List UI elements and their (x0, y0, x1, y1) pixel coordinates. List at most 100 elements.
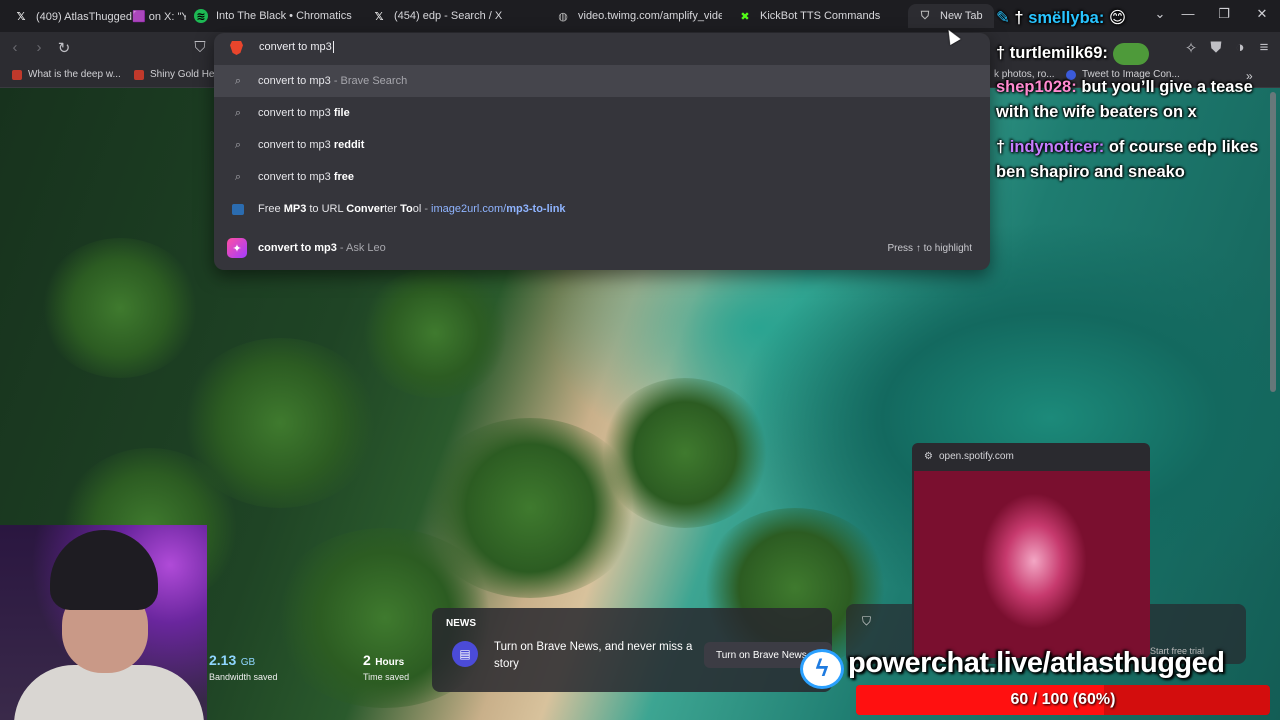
chat-message: † indynoticer: of course edp likes ben s… (996, 135, 1280, 185)
suggestion-text: convert to mp3 - Brave Search (258, 75, 407, 87)
mini-player-header: ⚙ open.spotify.com (912, 443, 1150, 469)
search-icon: ⌕ (234, 106, 242, 119)
time-label: Time saved (363, 672, 410, 682)
scrollbar[interactable] (1270, 92, 1276, 392)
screen: 𝕏 (409) AtlasThugged🟪 on X: "Yo ≋ Into T… (0, 0, 1280, 720)
palm-tree-image (600, 378, 770, 528)
reload-icon[interactable]: ↻ (55, 39, 73, 57)
suggestion-ask-leo[interactable]: ✦ convert to mp3 - Ask Leo Press ↑ to hi… (214, 231, 990, 265)
powerchat-overlay: ϟ powerchat.live/atlasthugged 60 / 100 (… (798, 645, 1280, 720)
suggestion-text: convert to mp3 free (258, 171, 354, 183)
chat-username: indynoticer: (1009, 138, 1105, 156)
site-title-match: Conver (346, 203, 385, 215)
x-icon: 𝕏 (16, 10, 26, 23)
text-caret (332, 41, 334, 54)
emote-icon: 😊 (1108, 9, 1127, 27)
suggestion-item[interactable]: ⌕ convert to mp3 file (214, 97, 990, 129)
suggestion-item[interactable]: ⌕ convert to mp3 reddit (214, 129, 990, 161)
time-stat: 2 Hours Time saved (363, 652, 409, 682)
bandwidth-stat: 2.13 GB Bandwidth saved (209, 652, 278, 682)
globe-icon: ◍ (558, 10, 568, 23)
tab-label: KickBot TTS Commands (760, 10, 881, 22)
bookmark-label: Shiny Gold Hel (150, 69, 217, 80)
streamer-webcam (0, 525, 207, 720)
spotify-mini-player[interactable]: ⚙ open.spotify.com (912, 443, 1150, 658)
tab-kickbot[interactable]: ✖ KickBot TTS Commands (728, 4, 904, 28)
bookmark-icon[interactable]: ⛉ (191, 39, 209, 56)
leo-suffix: - Ask Leo (336, 242, 386, 254)
palm-tree-image (40, 238, 200, 378)
back-icon[interactable]: ‹ (6, 39, 24, 56)
bandwidth-value: 2.13 (209, 652, 237, 668)
bookmark-favicon-icon (134, 69, 144, 80)
chat-message: ✎ † smëllyba: 😊 (996, 6, 1280, 31)
bookmark-item[interactable]: Shiny Gold Hel (134, 69, 217, 80)
tab-edp-search-x[interactable]: 𝕏 (454) edp - Search / X (362, 4, 538, 28)
suggestion-brave-search[interactable]: ⌕ convert to mp3 - Brave Search (214, 65, 990, 97)
site-title-part: to URL (306, 203, 347, 215)
mini-player-domain: open.spotify.com (938, 450, 1014, 462)
spotify-icon: ≋ (194, 9, 208, 23)
forward-icon[interactable]: › (30, 39, 48, 56)
kickbot-icon: ✖ (740, 10, 750, 23)
album-art-image (914, 471, 1150, 658)
tab-atlasthugged-x[interactable]: 𝕏 (409) AtlasThugged🟪 on X: "Yo (4, 4, 186, 28)
tab-label: New Tab (940, 10, 983, 22)
suggestion-text: convert to mp3 file (258, 107, 350, 119)
tab-label: (409) AtlasThugged🟪 on X: "Yo (36, 10, 186, 23)
chat-message: † turtlemilk69: (996, 41, 1280, 66)
brave-logo-icon (230, 41, 243, 55)
news-icon: ▤ (452, 641, 478, 667)
chat-username: shep1028: (996, 78, 1077, 96)
chat-message: shep1028: but you’ll give a tease with t… (996, 75, 1280, 125)
settings-icon: ⚙ (924, 450, 933, 462)
site-url-match: mp3-to-link (506, 203, 566, 215)
news-promo-text: Turn on Brave News, and never miss a sto… (494, 641, 693, 670)
chat-username: turtlemilk69: (1009, 44, 1108, 62)
site-title-match: To (400, 203, 413, 215)
site-title-part: ter (384, 203, 401, 215)
suggestion-site-image2url[interactable]: Free MP3 to URL Converter Tool - image2u… (214, 193, 990, 225)
suggestion-text: Free MP3 to URL Converter Tool - image2u… (258, 203, 566, 215)
powerchat-url: powerchat.live/atlasthugged (848, 647, 1225, 679)
suggestion-text: convert to mp3 - Ask Leo (258, 242, 386, 254)
site-favicon-icon (232, 203, 244, 215)
brave-stats: 2.13 GB Bandwidth saved 2 Hours Time sav… (205, 640, 430, 690)
tab-label: Into The Black • Chromatics (216, 10, 352, 22)
suggestion-main: convert to mp3 (258, 139, 334, 151)
query-text: convert to mp3 (259, 41, 332, 53)
suggestion-item[interactable]: ⌕ convert to mp3 free (214, 161, 990, 193)
search-icon: ⌕ (234, 138, 242, 151)
leo-query: convert to mp3 (258, 242, 337, 254)
bookmark-item[interactable]: What is the deep w... (12, 69, 121, 80)
shield-icon: ⛉ (862, 614, 872, 628)
site-title-match: MP3 (283, 203, 307, 215)
leo-ai-icon: ✦ (227, 238, 247, 258)
bandwidth-unit: GB (240, 657, 256, 668)
chat-username: smëllyba: (1028, 9, 1105, 27)
site-url: image2url.com/ (431, 203, 507, 215)
news-heading: NEWS (446, 618, 476, 629)
x-icon: 𝕏 (374, 10, 384, 23)
sword-badge-icon: † (1014, 9, 1024, 27)
tab-label: (454) edp - Search / X (394, 10, 503, 22)
sword-badge-icon: † (996, 44, 1006, 62)
pencil-badge-icon: ✎ (996, 9, 1010, 27)
address-bar-input[interactable]: convert to mp3 (214, 33, 990, 63)
bookmark-label: What is the deep w... (28, 69, 121, 80)
keyboard-hint: Press ↑ to highlight (887, 242, 973, 254)
suggestion-main: convert to mp3 (258, 171, 334, 183)
time-value: 2 (363, 652, 371, 668)
time-unit: Hours (375, 657, 405, 668)
site-title-part: Free (258, 203, 284, 215)
powerchat-logo-icon: ϟ (800, 649, 844, 689)
address-bar-dropdown: convert to mp3 ⌕ convert to mp3 - Brave … (214, 33, 990, 270)
tab-spotify[interactable]: ≋ Into The Black • Chromatics (184, 4, 354, 28)
powerchat-goal-bar: 60 / 100 (60%) (856, 685, 1270, 715)
suggestion-suffix: - Brave Search (330, 75, 408, 87)
tab-twimg-video[interactable]: ◍ video.twimg.com/amplify_video/ (546, 4, 722, 28)
tab-new-tab[interactable]: ⛉ New Tab (908, 4, 994, 28)
address-bar-text: convert to mp3 (259, 41, 334, 54)
suggestion-completion: reddit (333, 139, 365, 151)
webcam-person-shirt (14, 665, 204, 720)
